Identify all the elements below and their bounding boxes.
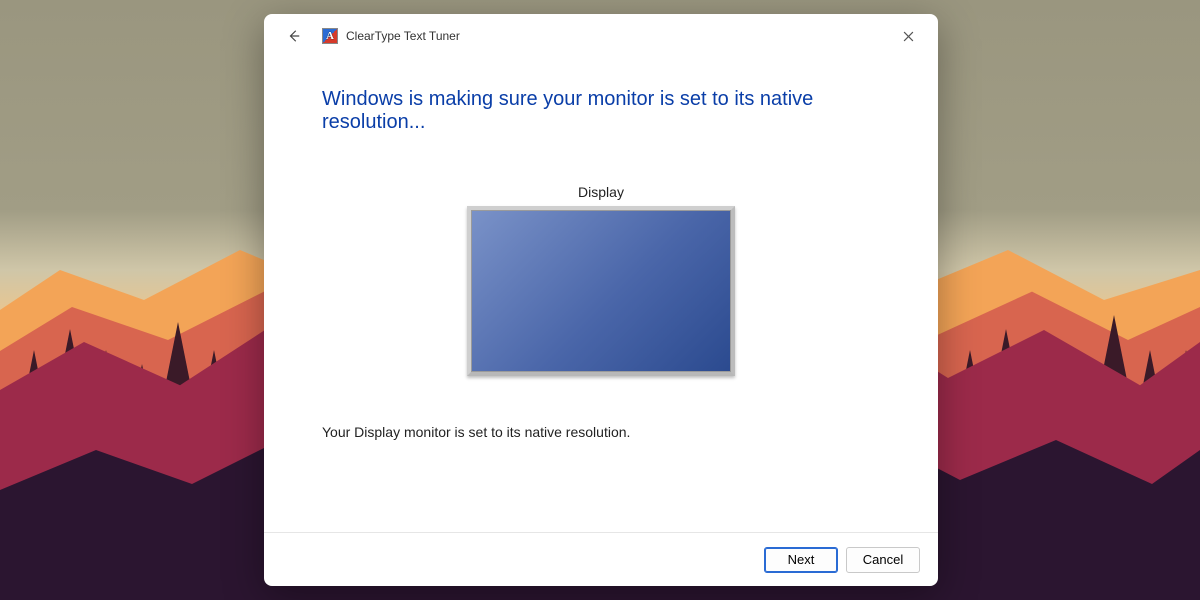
display-label: Display (322, 184, 880, 200)
wizard-content: Windows is making sure your monitor is s… (264, 58, 938, 532)
close-icon (903, 31, 914, 42)
wizard-footer: Next Cancel (264, 532, 938, 586)
cleartype-wizard-dialog: ClearType Text Tuner Windows is making s… (264, 14, 938, 586)
page-heading: Windows is making sure your monitor is s… (322, 88, 880, 134)
window-title: ClearType Text Tuner (346, 29, 460, 43)
arrow-left-icon (287, 29, 301, 43)
cleartype-app-icon (322, 28, 338, 44)
next-button[interactable]: Next (764, 547, 838, 573)
cancel-button[interactable]: Cancel (846, 547, 920, 573)
resolution-status-text: Your Display monitor is set to its nativ… (322, 424, 880, 440)
back-button[interactable] (282, 24, 306, 48)
monitor-preview-icon (467, 206, 735, 376)
display-preview-area: Display (322, 184, 880, 376)
titlebar: ClearType Text Tuner (264, 14, 938, 58)
close-button[interactable] (888, 21, 928, 51)
